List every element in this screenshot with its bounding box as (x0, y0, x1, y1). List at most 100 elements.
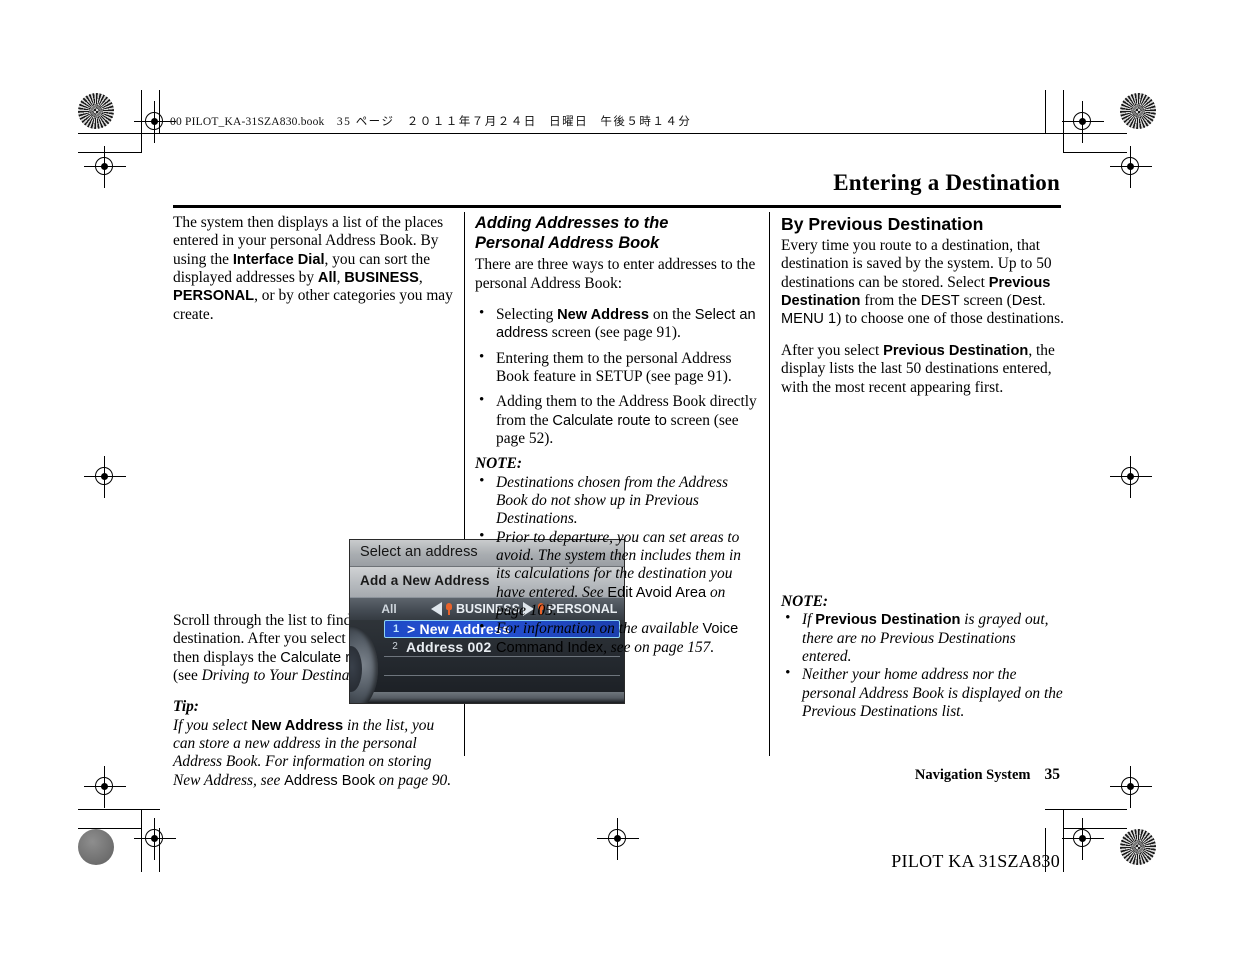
business-term: BUSINESS (344, 270, 419, 287)
col3-note-list: If Previous Destination is grayed out, t… (781, 610, 1065, 721)
col2-intro: There are three ways to enter addresses … (475, 256, 756, 292)
print-time: 午後５時１４分 (600, 116, 692, 128)
col3-screenshot-spacer (781, 397, 1065, 593)
trim-rule-top-right-v2 (1045, 90, 1046, 134)
print-weekday: 日曜日 (549, 116, 589, 128)
b3-calculate-route: Calculate route to (552, 412, 667, 429)
col2-note-list: Destinations chosen from the Address Boo… (475, 473, 759, 657)
b1-a: Selecting (496, 306, 558, 324)
col2-heading-line2: Personal Address Book (475, 233, 660, 252)
tip-a: If you select (173, 716, 252, 734)
trim-rule-bottom-right-h (1045, 809, 1127, 810)
trim-rule-top-left-v (141, 90, 142, 153)
list-item-number: 1 (392, 622, 400, 635)
trim-rule-bottom-left-h (78, 809, 160, 810)
header-divider-rule (173, 205, 1061, 208)
list-item: For information on the available Voice C… (475, 619, 759, 657)
c3-p1-c: screen ( (959, 292, 1012, 310)
all-term: All (317, 270, 337, 287)
b1-new-address: New Address (557, 307, 650, 324)
trim-rule-top-right-h2 (1064, 152, 1127, 153)
left-arrow-icon[interactable] (431, 602, 442, 617)
list-item: Adding them to the Address Book directly… (475, 392, 759, 448)
trim-rule-top-right-v (1063, 90, 1064, 153)
registration-star-top-left (78, 93, 114, 129)
registration-dot-bottom-left (78, 829, 114, 865)
tip-text: If you select New Address in the list, y… (173, 717, 457, 790)
print-header-line: 00 PILOT_KA-31SZA830.book 35 ページ ２０１１年７月… (170, 113, 691, 129)
dest-term: DEST (920, 293, 960, 310)
crop-mark-bottom-left (134, 818, 176, 860)
trim-rule-top-left-h2 (78, 152, 141, 153)
footer-page-number: 35 (1044, 766, 1061, 783)
col2-note-label: NOTE: (475, 455, 523, 473)
c3-n2-a: Neither your home address nor the person… (802, 666, 1063, 720)
c3-n1-a: If (802, 611, 816, 629)
tab-all-label: All (381, 602, 397, 617)
trim-rule-bottom-right-v (1063, 809, 1064, 872)
col3-paragraph-2: After you select Previous Destination, t… (781, 342, 1065, 397)
pin-icon (445, 603, 453, 616)
column-one: The system then displays a list of the p… (173, 214, 625, 790)
crop-mark-right-upper (1110, 146, 1152, 188)
crop-mark-bottom-center (597, 818, 639, 860)
tab-all[interactable]: All (350, 598, 428, 620)
col2-gap-1 (475, 293, 759, 306)
col2-heading: Adding Addresses to the Personal Address… (475, 214, 759, 253)
n1-a: Destinations chosen from the Address Boo… (496, 473, 728, 528)
registration-star-top-right (1120, 93, 1156, 129)
tip-c: on page 90. (375, 771, 452, 789)
registration-star-bottom-right (1120, 829, 1156, 865)
tip-address-book-term: Address Book (284, 772, 376, 789)
tip-new-address-term: New Address (251, 717, 344, 734)
trim-rule-bottom-right-h2 (1064, 828, 1127, 829)
col2-heading-line1: Adding Addresses to the (475, 214, 669, 232)
edit-avoid-area-term: Edit Avoid Area (607, 584, 707, 601)
interface-dial-knob-graphic (350, 626, 378, 703)
trim-rule-bottom-left-v (141, 809, 142, 872)
model-code-line: PILOT KA 31SZA830 (891, 851, 1060, 871)
column-two: Adding Addresses to the Personal Address… (475, 214, 759, 657)
previous-destination-term-3: Previous Destination (815, 612, 961, 629)
driving-destination-ref: Driving to Your Destination (201, 667, 374, 685)
trim-rule-bottom-left-h2 (78, 828, 141, 829)
footer-label: Navigation System (914, 767, 1031, 783)
trim-rule-top-left-h (78, 133, 160, 134)
crop-mark-left-upper (84, 146, 126, 188)
crop-mark-right-lower (1110, 766, 1152, 808)
page-marker: 35 ページ (336, 116, 395, 128)
trim-rule-bottom-left-v2 (159, 828, 160, 872)
trim-rule-top-left-v2 (159, 90, 160, 134)
list-item: Selecting New Address on the Select an a… (475, 305, 759, 343)
book-file-name: 00 PILOT_KA-31SZA830.book (170, 116, 325, 128)
col1-paragraph-1: The system then displays a list of the p… (173, 214, 457, 324)
col3-paragraph-1: Every time you route to a destination, t… (781, 237, 1065, 329)
b1-b: on the (649, 306, 695, 324)
col2-bullet-list: Selecting New Address on the Select an a… (475, 305, 759, 448)
col3-note-label: NOTE: (781, 592, 829, 610)
c3-p1-b: from the (860, 292, 921, 310)
crop-mark-right-middle (1110, 456, 1152, 498)
list-item-empty (384, 657, 620, 677)
list-item: Entering them to the personal Address Bo… (475, 349, 759, 387)
crop-mark-left-middle (84, 456, 126, 498)
col3-heading: By Previous Destination (781, 214, 984, 234)
list-item: If Previous Destination is grayed out, t… (781, 610, 1065, 666)
n3-a: For information on the available (496, 620, 703, 638)
page-footer: Navigation System 35 (915, 766, 1060, 784)
list-item-number: 2 (392, 641, 398, 653)
b1-c: screen (see page 91). (547, 324, 681, 342)
list-item: Destinations chosen from the Address Boo… (475, 473, 759, 529)
col3-gap-1 (781, 329, 1065, 342)
b2-a: Entering them to the personal Address Bo… (496, 349, 732, 386)
c3-p2-a: After you select (781, 341, 884, 359)
col1-p1-d: , (418, 269, 423, 287)
screen1-bottom-bar (350, 692, 624, 703)
page-title: Entering a Destination (833, 170, 1060, 195)
n3-b: , see on page 157. (603, 638, 715, 656)
interface-dial-term: Interface Dial (232, 251, 325, 268)
list-item: Prior to departure, you can set areas to… (475, 528, 759, 621)
column-divider-2 (769, 212, 770, 756)
list-item: Neither your home address nor the person… (781, 665, 1065, 721)
print-date: ２０１１年７月２４日 (406, 116, 537, 128)
